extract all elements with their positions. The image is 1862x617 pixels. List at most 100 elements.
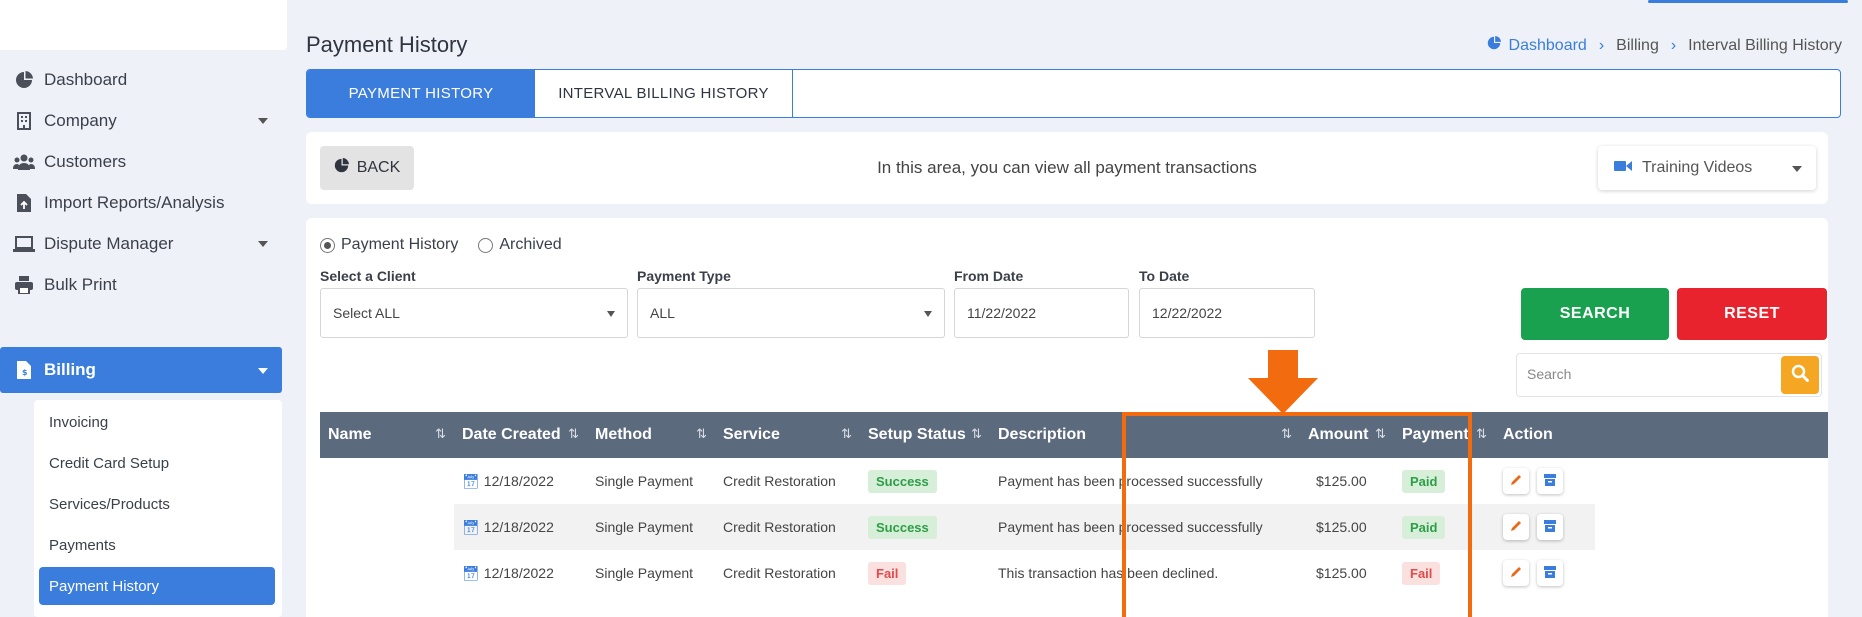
laptop-icon — [12, 232, 36, 256]
tab-interval-billing-history[interactable]: INTERVAL BILLING HISTORY — [535, 70, 793, 117]
cell-actions — [1495, 458, 1595, 504]
billing-submenu: Invoicing Credit Card Setup Services/Pro… — [34, 400, 282, 617]
payment-history-panel: Payment History Archived Select a Client… — [306, 218, 1828, 617]
column-header-label: Name — [328, 426, 372, 443]
breadcrumb: Dashboard › Billing › Interval Billing H… — [1487, 36, 1842, 55]
history-type-radio-group: Payment History Archived — [320, 236, 562, 254]
pie-chart-icon — [12, 68, 36, 92]
pencil-icon — [1509, 473, 1523, 490]
cell-name — [320, 550, 454, 596]
column-header-setup-status[interactable]: Setup Status ⇅ — [860, 412, 990, 458]
info-panel: BACK In this area, you can view all paym… — [306, 132, 1828, 204]
tab-bar: PAYMENT HISTORY INTERVAL BILLING HISTORY — [306, 69, 1841, 118]
submenu-item-invoicing[interactable]: Invoicing — [34, 402, 282, 442]
radio-label: Payment History — [341, 236, 459, 253]
top-accent-bar — [1648, 0, 1848, 3]
sort-icon: ⇅ — [435, 426, 446, 441]
client-select[interactable]: Select ALL — [320, 288, 628, 338]
chevron-down-icon — [258, 241, 268, 247]
sort-icon: ⇅ — [841, 426, 852, 441]
from-date-label: From Date — [954, 268, 1024, 284]
cell-method: Single Payment — [595, 473, 694, 489]
archive-icon — [1543, 565, 1557, 582]
cell-date: 📅︎ 12/18/2022 — [454, 504, 587, 550]
status-badge: Fail — [868, 561, 907, 585]
cell-setup-status: Success — [860, 458, 990, 504]
search-button[interactable]: SEARCH — [1521, 288, 1669, 340]
cell-date-value: 12/18/2022 — [483, 519, 554, 535]
chevron-down-icon — [258, 368, 268, 374]
from-date-input[interactable]: 11/22/2022 — [954, 288, 1129, 338]
table-header: Name ⇅ Date Created ⇅ Method ⇅ Service ⇅ Set… — [320, 412, 1828, 458]
submenu-item-payments[interactable]: Payments — [34, 525, 282, 565]
column-header-label: Description — [998, 426, 1087, 443]
sidebar-item-bulk-print[interactable]: Bulk Print — [0, 261, 282, 309]
pie-chart-icon — [1487, 36, 1501, 55]
training-videos-dropdown[interactable]: Training Videos — [1598, 146, 1816, 190]
chevron-down-icon — [924, 311, 932, 317]
breadcrumb-billing[interactable]: Billing — [1616, 37, 1659, 55]
archive-button[interactable] — [1537, 560, 1563, 586]
sidebar-item-billing[interactable]: $ Billing — [0, 347, 282, 393]
chevron-down-icon — [607, 311, 615, 317]
column-header-action: Action — [1495, 412, 1595, 458]
payment-type-label: Payment Type — [637, 268, 731, 284]
column-header-label: Action — [1503, 426, 1553, 443]
radio-indicator — [478, 237, 494, 253]
cell-method: Single Payment — [595, 565, 694, 581]
submenu-item-services-products[interactable]: Services/Products — [34, 484, 282, 524]
column-header-label: Setup Status — [868, 426, 966, 443]
to-date-label: To Date — [1139, 268, 1190, 284]
cell-service: Credit Restoration — [723, 565, 836, 581]
chevron-right-icon: › — [1598, 36, 1605, 54]
to-date-input[interactable]: 12/22/2022 — [1139, 288, 1315, 338]
submenu-item-payment-history[interactable]: Payment History — [39, 567, 275, 605]
sort-icon: ⇅ — [696, 426, 707, 441]
edit-button[interactable] — [1503, 468, 1529, 494]
page-title: Payment History — [306, 32, 468, 57]
edit-button[interactable] — [1503, 514, 1529, 540]
arrow-down-icon — [1248, 350, 1318, 414]
cell-method: Single Payment — [587, 504, 715, 550]
reset-button[interactable]: RESET — [1677, 288, 1827, 340]
breadcrumb-dashboard[interactable]: Dashboard — [1487, 36, 1587, 55]
archive-icon — [1543, 473, 1557, 490]
logo-area — [0, 0, 287, 50]
sidebar-item-label: Dispute Manager — [44, 234, 174, 253]
search-icon-button[interactable] — [1781, 356, 1819, 394]
column-header-date-created[interactable]: Date Created ⇅ — [454, 412, 587, 458]
table-row: 📅︎ 12/18/2022 Single Payment Credit Resto… — [320, 504, 1828, 550]
submenu-item-credit-card-setup[interactable]: Credit Card Setup — [34, 443, 282, 483]
building-icon — [12, 109, 36, 133]
column-header-method[interactable]: Method ⇅ — [587, 412, 715, 458]
training-videos-label: Training Videos — [1642, 159, 1753, 176]
edit-button[interactable] — [1503, 560, 1529, 586]
cell-name — [320, 458, 454, 504]
tab-payment-history[interactable]: PAYMENT HISTORY — [307, 70, 535, 117]
radio-label: Archived — [499, 236, 562, 253]
radio-payment-history[interactable]: Payment History — [320, 236, 458, 254]
column-header-service[interactable]: Service ⇅ — [715, 412, 860, 458]
cell-setup-status: Fail — [860, 550, 990, 596]
payment-type-value: ALL — [650, 305, 675, 321]
breadcrumb-current: Interval Billing History — [1688, 36, 1842, 54]
status-badge: Success — [868, 469, 937, 493]
svg-text:$: $ — [22, 368, 28, 377]
archive-button[interactable] — [1537, 468, 1563, 494]
search-input[interactable] — [1527, 366, 1767, 382]
archive-button[interactable] — [1537, 514, 1563, 540]
invoice-icon: $ — [12, 358, 36, 382]
radio-selected-indicator — [320, 237, 335, 253]
printer-icon — [12, 273, 36, 297]
pencil-icon — [1509, 519, 1523, 536]
sidebar-item-label: Dashboard — [44, 70, 128, 89]
sidebar-item-label: Customers — [44, 152, 127, 171]
sort-icon: ⇅ — [1476, 426, 1487, 441]
client-label: Select a Client — [320, 268, 416, 284]
payment-type-select[interactable]: ALL — [637, 288, 945, 338]
column-header-name[interactable]: Name ⇅ — [320, 412, 454, 458]
sidebar-item-label: Company — [44, 111, 117, 130]
radio-archived[interactable]: Archived — [478, 236, 562, 254]
users-icon — [12, 150, 36, 174]
table-row: 📅︎ 12/18/2022 Single Payment Credit Resto… — [320, 550, 1828, 596]
